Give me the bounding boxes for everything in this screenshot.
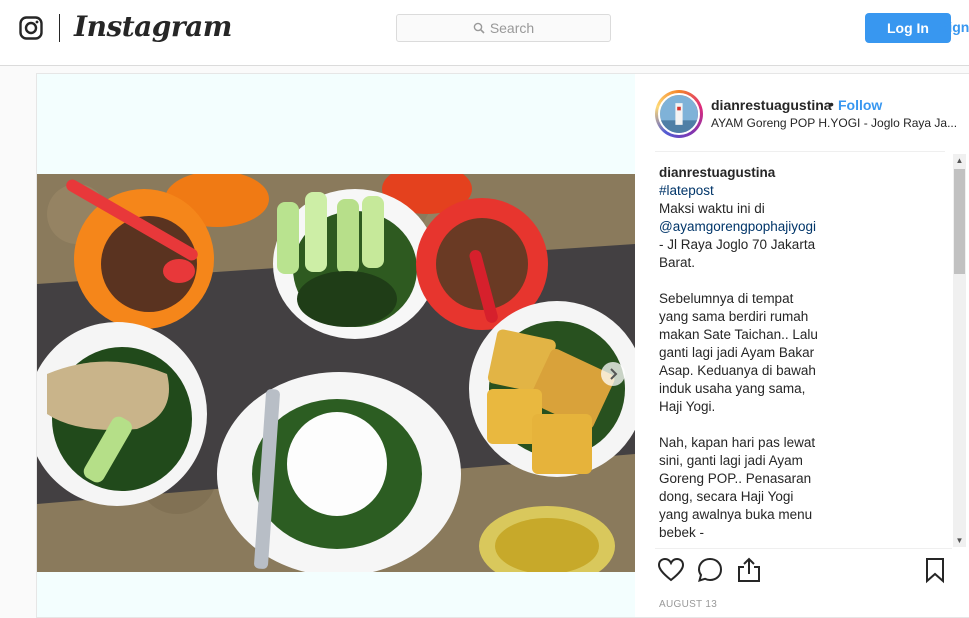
search-input[interactable]: Search <box>396 14 611 42</box>
instagram-wordmark[interactable]: Instagram <box>74 10 232 43</box>
scroll-down-arrow-icon[interactable]: ▼ <box>953 534 966 547</box>
post-card: dianrestuagustina • Follow AYAM Goreng P… <box>36 73 969 618</box>
top-navigation: Instagram Search Log In Sign <box>0 0 969 66</box>
caption-author[interactable]: dianrestuagustina <box>659 165 775 180</box>
post-location[interactable]: AYAM Goreng POP H.YOGI - Joglo Raya Ja..… <box>711 116 957 130</box>
chevron-right-icon <box>610 368 618 380</box>
caption-scrollbar[interactable]: ▲ ▼ <box>953 154 966 547</box>
scroll-up-arrow-icon[interactable]: ▲ <box>953 154 966 167</box>
follow-button[interactable]: Follow <box>838 97 882 113</box>
caption-line2: - Jl Raya Joglo 70 Jakarta Barat. <box>659 237 816 270</box>
signup-link[interactable]: Sign <box>939 19 969 35</box>
comment-icon[interactable] <box>696 556 724 584</box>
caption-paragraph-3: Nah, kapan hari pas lewat sini, ganti la… <box>659 435 816 540</box>
author-avatar[interactable] <box>655 90 703 138</box>
search-placeholder: Search <box>489 20 535 36</box>
share-icon[interactable] <box>735 556 763 584</box>
bookmark-icon[interactable] <box>921 556 949 584</box>
food-photo[interactable] <box>37 174 635 572</box>
hashtag-link[interactable]: #latepost <box>659 183 714 198</box>
follow-separator: • <box>829 96 834 112</box>
caption-line1: Maksi waktu ini di <box>659 201 765 216</box>
post-sidebar: dianrestuagustina • Follow AYAM Goreng P… <box>635 74 969 617</box>
header-divider <box>59 14 60 42</box>
divider <box>655 548 952 549</box>
next-photo-button[interactable] <box>601 362 625 386</box>
post-caption: dianrestuagustina #latepost Maksi waktu … <box>659 164 824 542</box>
search-icon <box>473 22 485 34</box>
instagram-glyph-icon[interactable] <box>19 16 43 40</box>
heart-icon[interactable] <box>657 556 685 584</box>
post-date: AUGUST 13 <box>659 599 718 610</box>
caption-paragraph-2: Sebelumnya di tempat yang sama berdiri r… <box>659 291 818 414</box>
post-media <box>37 74 635 617</box>
scroll-thumb[interactable] <box>954 169 965 274</box>
divider <box>655 151 945 152</box>
author-username[interactable]: dianrestuagustina <box>711 97 832 113</box>
mention-link[interactable]: @ayamgorengpophajiyogi <box>659 219 816 234</box>
avatar-image <box>658 93 700 135</box>
